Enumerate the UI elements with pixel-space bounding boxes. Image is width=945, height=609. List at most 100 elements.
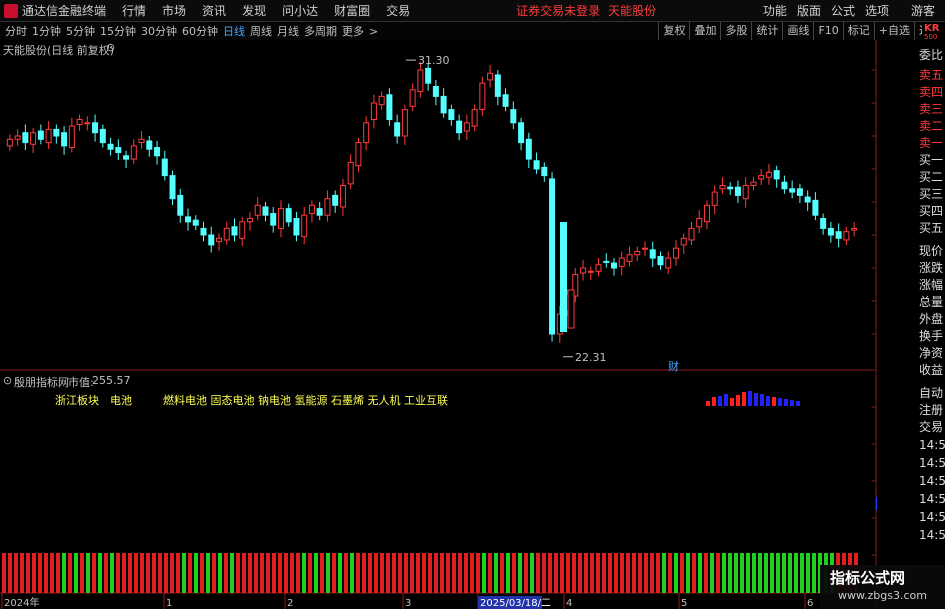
period-30min[interactable]: 30分钟 [141, 23, 177, 39]
candle-body [626, 254, 633, 262]
candle-body [750, 181, 757, 186]
chevron-circle-icon[interactable]: ⊙ [106, 41, 115, 54]
candle-body [200, 227, 207, 236]
menu-zixun[interactable]: 资讯 [202, 2, 226, 19]
kline-chart[interactable]: 31.0030.0029.0028.0027.0026.0025.0024.00… [0, 40, 877, 609]
period-daily[interactable]: 日线 [223, 23, 245, 39]
strip-bar [134, 553, 138, 593]
menu-gongshi[interactable]: 公式 [831, 2, 855, 19]
indicator-toggle-icon[interactable]: ⊙ [3, 374, 12, 387]
btn-biaoji[interactable]: 标记 [842, 22, 874, 40]
chart-title: 天能股份(日线 前复权) [3, 44, 115, 57]
candle-body [549, 178, 556, 335]
strip-bar [50, 553, 54, 593]
candle-body [417, 69, 424, 92]
candle-body [262, 206, 269, 216]
strip-bar [158, 553, 162, 593]
strip-bar [302, 553, 306, 593]
candle-body [270, 213, 277, 226]
menu-shichang[interactable]: 市场 [162, 2, 186, 19]
menu-caifuquan[interactable]: 财富圈 [334, 2, 370, 19]
quote-label[interactable]: 自动 [919, 384, 943, 401]
menu-jiaoyi[interactable]: 交易 [386, 2, 410, 19]
strip-bar [566, 553, 570, 593]
quote-label: 买二 [919, 170, 944, 184]
candle-body [603, 260, 610, 263]
candle-body [363, 122, 370, 144]
chart-area[interactable]: 31.0030.0029.0028.0027.0026.0025.0024.00… [0, 40, 877, 609]
strip-bar [440, 553, 444, 593]
quote-label[interactable]: 交易 [919, 418, 943, 435]
btn-huaxian[interactable]: 画线 [782, 22, 813, 40]
strip-bar [470, 553, 474, 593]
period-weekly[interactable]: 周线 [250, 23, 272, 39]
period-15min[interactable]: 15分钟 [100, 23, 136, 39]
period-multi[interactable]: 多周期 [304, 23, 337, 39]
date-label: 6 [807, 598, 813, 609]
btn-fuquan[interactable]: 复权 [658, 22, 689, 40]
menu-xuanxiang[interactable]: 选项 [865, 2, 889, 19]
quote-label: 14:56 [919, 456, 945, 470]
login-warning[interactable]: 证券交易未登录 [516, 2, 600, 19]
menu-banmian[interactable]: 版面 [797, 2, 821, 19]
btn-duogu[interactable]: 多股 [720, 22, 751, 40]
menu-gongneng[interactable]: 功能 [763, 2, 787, 19]
candle-body [843, 231, 850, 241]
strip-bar [524, 553, 528, 593]
candle-body [92, 122, 99, 134]
candle-body [567, 289, 575, 329]
period-60min[interactable]: 60分钟 [182, 23, 218, 39]
period-monthly[interactable]: 月线 [277, 23, 299, 39]
strip-bar [536, 553, 540, 593]
candle-body [208, 234, 215, 246]
candle-body [332, 194, 339, 206]
menu-wenxiaoda[interactable]: 问小达 [282, 2, 318, 19]
strip-bar [758, 553, 762, 593]
menu-faxian[interactable]: 发现 [242, 2, 266, 19]
strip-bar [236, 553, 240, 593]
btn-tongji[interactable]: 统计 [751, 22, 782, 40]
candle-body [812, 199, 819, 216]
guest-button[interactable]: 游客 [911, 2, 935, 19]
strip-bar [344, 553, 348, 593]
period-fenshi[interactable]: 分时 [5, 23, 27, 39]
menu-hangqing[interactable]: 行情 [122, 2, 146, 19]
candle-body [471, 109, 478, 127]
quote-label[interactable]: 注册 [919, 401, 943, 418]
strip-bar [278, 553, 282, 593]
finance-marker[interactable]: 财 [668, 359, 679, 373]
quote-label: 总量 [919, 295, 944, 309]
sector-label: 浙江板块 [55, 394, 99, 407]
period-5min[interactable]: 5分钟 [66, 23, 95, 39]
btn-add-watchlist[interactable]: +自选 [873, 22, 914, 40]
strip-bar [86, 553, 90, 593]
candle-body [665, 257, 672, 269]
period-more[interactable]: 更多 [342, 23, 364, 39]
mktcap-value: 255.57 [92, 374, 131, 387]
btn-diejia[interactable]: 叠加 [689, 22, 720, 40]
candle-body [409, 89, 416, 107]
candle-body [316, 208, 323, 216]
candle-body [99, 128, 106, 144]
period-1min[interactable]: 1分钟 [32, 23, 61, 39]
candle-body [216, 237, 222, 243]
btn-f10[interactable]: F10 [813, 22, 842, 40]
candle-body [456, 120, 463, 134]
strip-bar [128, 553, 132, 593]
quote-label: 14:56 [919, 510, 945, 524]
strip-bar [614, 553, 618, 593]
quote-label: 买一 [919, 153, 944, 167]
current-value-box [876, 497, 877, 510]
candle-body [169, 175, 176, 200]
candle-body [680, 237, 687, 246]
quote-label: 卖三 [919, 102, 944, 116]
candle-body [161, 158, 168, 177]
app-title: 通达信金融终端 [22, 4, 107, 18]
date-label: 3 [405, 598, 411, 609]
quote-panel: 委比 卖五 卖四 卖三 卖二 卖一 买一 买二 买三 买四 买五 现价 涨跌 涨幅 总量 外盘 换手 净资 收益 自动… [917, 40, 945, 609]
candle-body [742, 185, 749, 200]
candle-body [510, 109, 517, 124]
chevron-right-icon[interactable]: > [369, 25, 378, 38]
strip-bar [722, 553, 726, 593]
candle-body [185, 216, 192, 223]
